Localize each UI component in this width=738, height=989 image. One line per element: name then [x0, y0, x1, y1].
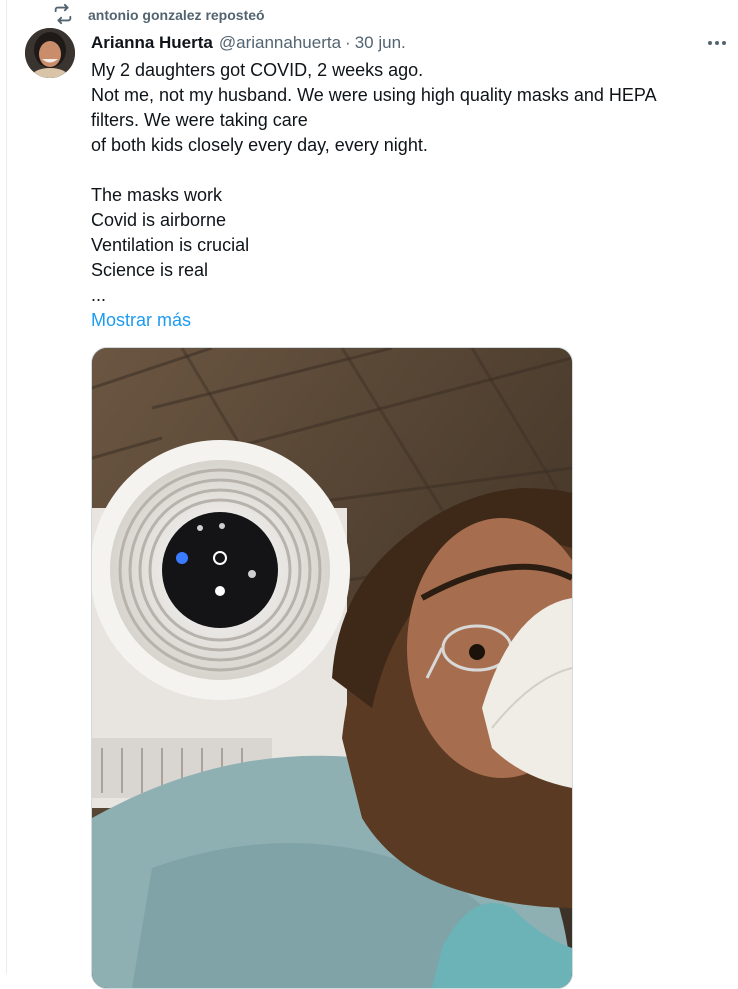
tweet-text-line: My 2 daughters got COVID, 2 weeks ago. — [91, 60, 424, 80]
header-separator: · — [345, 33, 351, 52]
tweet-text-blank — [91, 158, 711, 183]
show-more-link[interactable]: Mostrar más — [91, 308, 711, 333]
repost-icon — [52, 3, 74, 28]
tweet-text-line: The masks work — [91, 185, 223, 205]
tweet-date[interactable]: 30 jun. — [355, 33, 406, 53]
tweet-text: My 2 daughters got COVID, 2 weeks ago. N… — [91, 58, 711, 333]
tweet-text-line: filters. We were taking care — [91, 110, 308, 130]
tweet-text-line: Covid is airborne — [91, 210, 227, 230]
tweet-text-line: Not me, not my husband. We were using hi… — [91, 85, 657, 105]
more-options-button[interactable] — [704, 32, 730, 52]
timeline-border — [6, 0, 7, 974]
tweet-text-line: ... — [91, 285, 107, 305]
photo-image — [92, 348, 572, 988]
tweet-text-line: Science is real — [91, 260, 209, 280]
tweet-photo[interactable] — [91, 347, 573, 989]
repost-indicator[interactable]: antonio gonzalez reposteó — [52, 3, 265, 28]
tweet-text-line: of both kids closely every day, every ni… — [91, 135, 428, 155]
tweet-text-line: Ventilation is crucial — [91, 235, 250, 255]
author-handle[interactable]: @ariannahuerta — [219, 33, 341, 53]
repost-label: antonio gonzalez reposteó — [88, 7, 265, 23]
avatar[interactable] — [25, 28, 75, 78]
tweet-header: Arianna Huerta @ariannahuerta · 30 jun. — [91, 31, 406, 55]
more-icon — [707, 33, 727, 51]
author-name[interactable]: Arianna Huerta — [91, 33, 213, 53]
